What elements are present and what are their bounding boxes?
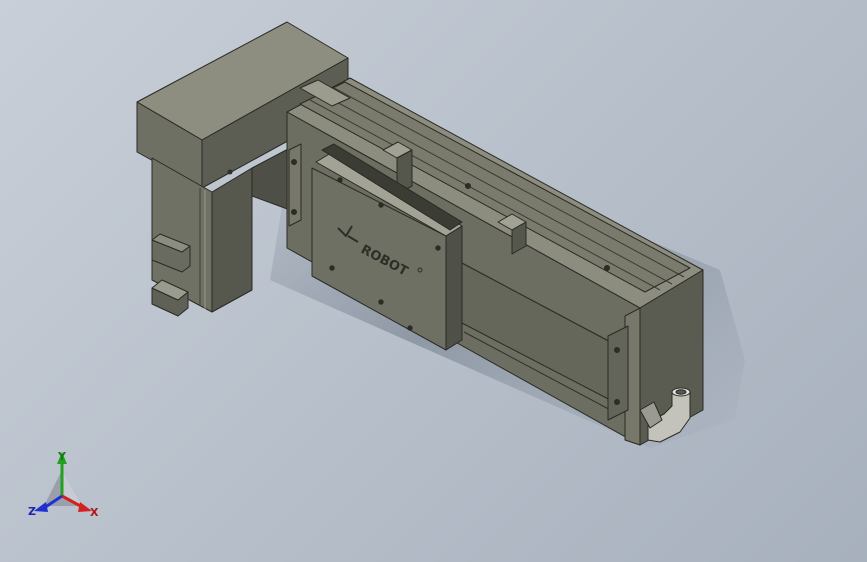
triad-label-y: Y xyxy=(57,450,67,463)
linear-actuator-model[interactable]: ROBOT xyxy=(136,21,704,446)
triad-label-x: X xyxy=(90,506,99,519)
triad-label-z: Z xyxy=(28,505,36,518)
cad-viewport[interactable]: ROBOT Y X Z xyxy=(0,0,867,562)
axis-triad[interactable]: Y X Z xyxy=(28,450,99,519)
